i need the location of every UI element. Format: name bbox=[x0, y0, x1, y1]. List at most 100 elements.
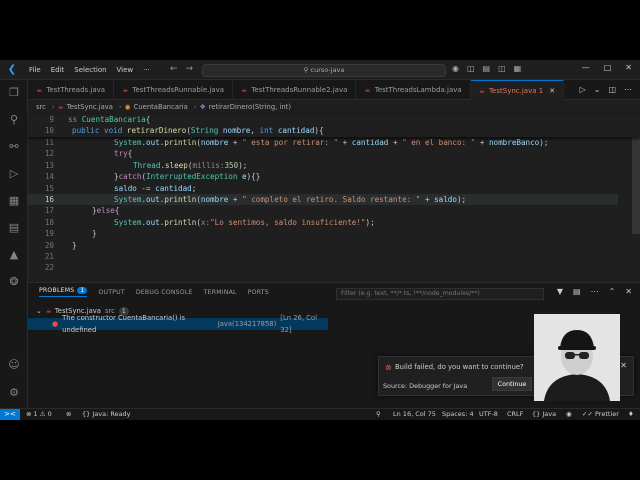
code-editor[interactable]: 9 ss CuentaBancaria{ 10 public void retira… bbox=[28, 114, 640, 282]
menu-more-button[interactable]: ··· bbox=[143, 66, 150, 74]
code-line: 20} bbox=[44, 240, 77, 250]
chevron-right-icon: › bbox=[193, 103, 197, 111]
activity-bar: ❐ ⚲ ⚯ ▷ ▦ ▤ ▲ ❂ ☺ ⚙ bbox=[0, 80, 28, 408]
problems-status[interactable]: ⊗ 1 ⚠ 0 bbox=[26, 409, 52, 420]
extensions-icon[interactable]: ▦ bbox=[6, 194, 22, 208]
broadcast-icon[interactable]: ⊛ bbox=[66, 409, 71, 420]
tab-testthreadsrunnable[interactable]: ☕ TestThreadsRunnable.java bbox=[114, 80, 234, 100]
status-bar: >< ⊗ 1 ⚠ 0 ⊛ {} Java: Ready ⚲ Ln 16, Col… bbox=[0, 408, 640, 420]
toggle-panel-icon[interactable]: ▤ bbox=[483, 64, 491, 73]
vscode-window: ❮ File Edit Selection View ··· ← → ⚲ curs… bbox=[0, 60, 640, 420]
maximize-panel-icon[interactable]: ⌃ bbox=[609, 287, 616, 296]
continue-button[interactable]: Continue bbox=[492, 377, 532, 391]
toggle-sidebar-icon[interactable]: ◫ bbox=[467, 64, 475, 73]
copilot-status-icon[interactable]: ◉ bbox=[566, 409, 572, 420]
tab-testthreads[interactable]: ☕ TestThreads.java bbox=[28, 80, 115, 100]
editor-scrollbar[interactable] bbox=[632, 114, 640, 282]
code-line: 13 Thread.sleep(millis:350); bbox=[44, 160, 248, 170]
webcam-overlay bbox=[534, 314, 620, 401]
menu-view[interactable]: View bbox=[117, 66, 134, 74]
java-projects-icon[interactable]: ❂ bbox=[6, 275, 22, 289]
code-line: 15 saldo -= cantidad; bbox=[44, 183, 197, 193]
back-arrow-icon[interactable]: ← bbox=[170, 64, 178, 74]
notifications-bell-icon[interactable]: ♦ bbox=[628, 409, 634, 420]
testing-icon[interactable]: ▲ bbox=[6, 248, 22, 262]
problem-row[interactable]: ● The constructor CuentaBancaria() is un… bbox=[28, 314, 328, 334]
java-file-icon: ☕ bbox=[45, 307, 52, 315]
run-icon[interactable]: ▷ bbox=[580, 85, 586, 94]
menu-file[interactable]: File bbox=[29, 66, 41, 74]
problems-filter-input[interactable]: Filter (e.g. text, **/*.ts, !**/node_mod… bbox=[336, 288, 544, 300]
java-file-icon: ☕ bbox=[478, 86, 485, 95]
language-mode[interactable]: {} Java bbox=[532, 409, 556, 420]
tab-problems[interactable]: PROBLEMS 1 bbox=[39, 287, 88, 297]
remote-indicator[interactable]: >< bbox=[0, 409, 20, 420]
error-circle-icon: ⊗ bbox=[385, 363, 392, 372]
tab-output[interactable]: OUTPUT bbox=[98, 289, 124, 296]
error-icon: ⊗ bbox=[26, 410, 32, 418]
breadcrumb: src › ☕ TestSync.java › ◉ CuentaBancaria… bbox=[36, 100, 294, 114]
close-window-icon[interactable]: ✕ bbox=[625, 63, 632, 72]
tab-terminal[interactable]: TERMINAL bbox=[204, 289, 237, 296]
double-check-icon: ✓✓ bbox=[582, 410, 593, 418]
tab-testthreadsrunnable2[interactable]: ☕ TestThreadsRunnable2.java bbox=[233, 80, 357, 100]
code-line: 11 System.out.println(nombre + " esta por… bbox=[44, 138, 549, 147]
collapse-all-icon[interactable]: ▤ bbox=[573, 287, 581, 296]
scroll-thumb[interactable] bbox=[632, 134, 640, 234]
tab-ports[interactable]: PORTS bbox=[248, 289, 269, 296]
java-status[interactable]: {} Java: Ready bbox=[82, 409, 131, 420]
manage-gear-icon[interactable]: ⚙ bbox=[6, 386, 22, 400]
editor-actions: ▷ ⌄ ◫ ⋯ bbox=[572, 85, 632, 94]
close-panel-icon[interactable]: ✕ bbox=[625, 287, 632, 296]
code-line: 22 bbox=[44, 263, 54, 273]
accounts-icon[interactable]: ☺ bbox=[6, 358, 22, 372]
java-file-icon: ☕ bbox=[122, 86, 129, 94]
code-line: 18 System.out.println(x:"Lo sentimos, sal… bbox=[44, 217, 375, 227]
forward-arrow-icon[interactable]: → bbox=[186, 64, 194, 74]
panel-tabs: PROBLEMS 1 OUTPUT DEBUG CONSOLE TERMINAL … bbox=[28, 283, 269, 301]
breadcrumb-method[interactable]: retirarDinero(String, int) bbox=[209, 103, 291, 111]
sticky-scroll[interactable]: 9 ss CuentaBancaria{ 10 public void retira… bbox=[28, 114, 640, 137]
java-file-icon: ☕ bbox=[364, 86, 371, 94]
more-actions-icon[interactable]: ⋯ bbox=[624, 85, 632, 94]
breadcrumb-class[interactable]: CuentaBancaria bbox=[134, 103, 188, 111]
code-line: 21 bbox=[44, 252, 54, 261]
warning-icon: ⚠ bbox=[39, 410, 46, 418]
cursor-position[interactable]: Ln 16, Col 75 bbox=[393, 409, 436, 420]
java-file-icon: ☕ bbox=[36, 86, 43, 94]
copilot-icon[interactable]: ◉ bbox=[452, 64, 459, 73]
customize-layout-icon[interactable]: ▦ bbox=[514, 64, 522, 73]
split-editor-icon[interactable]: ◫ bbox=[608, 85, 616, 94]
breadcrumb-folder[interactable]: src bbox=[36, 103, 46, 111]
search-icon[interactable]: ⚲ bbox=[6, 113, 22, 127]
run-debug-icon[interactable]: ▷ bbox=[6, 167, 22, 181]
more-actions-icon[interactable]: ⋯ bbox=[591, 287, 599, 296]
breadcrumb-file[interactable]: TestSync.java bbox=[67, 103, 113, 111]
explorer-icon[interactable]: ❐ bbox=[6, 86, 22, 100]
menu-edit[interactable]: Edit bbox=[51, 66, 65, 74]
run-dropdown-icon[interactable]: ⌄ bbox=[594, 85, 601, 94]
tab-debug-console[interactable]: DEBUG CONSOLE bbox=[136, 289, 193, 296]
tab-testthreadslambda[interactable]: ☕ TestThreadsLambda.java bbox=[356, 80, 471, 100]
vscode-logo-icon: ❮ bbox=[7, 63, 17, 75]
menu-selection[interactable]: Selection bbox=[74, 66, 106, 74]
close-tab-icon[interactable]: ✕ bbox=[549, 87, 555, 95]
source-control-icon[interactable]: ⚯ bbox=[6, 140, 22, 154]
remote-explorer-icon[interactable]: ▤ bbox=[6, 221, 22, 235]
filter-icon[interactable]: ▼ bbox=[557, 287, 563, 296]
minimize-icon[interactable]: — bbox=[582, 63, 590, 72]
chevron-right-icon: › bbox=[118, 103, 122, 111]
code-line: 12 try{ bbox=[44, 149, 133, 159]
maximize-icon[interactable]: □ bbox=[604, 63, 612, 72]
encoding[interactable]: UTF-8 bbox=[479, 409, 498, 420]
close-notification-icon[interactable]: ✕ bbox=[620, 361, 627, 370]
indentation[interactable]: Spaces: 4 bbox=[442, 409, 474, 420]
command-center-search[interactable]: ⚲ curso-java bbox=[202, 64, 446, 77]
zoom-icon[interactable]: ⚲ bbox=[376, 409, 381, 420]
toggle-secondary-sidebar-icon[interactable]: ◫ bbox=[498, 64, 506, 73]
panel-actions: ▼ ▤ ⋯ ⌃ ✕ bbox=[547, 287, 632, 296]
code-line: 19} bbox=[44, 229, 97, 239]
prettier-status[interactable]: ✓✓ Prettier bbox=[582, 409, 619, 420]
end-of-line[interactable]: CRLF bbox=[507, 409, 523, 420]
tab-testsync[interactable]: ☕ TestSync.java 1 ✕ bbox=[470, 80, 565, 100]
